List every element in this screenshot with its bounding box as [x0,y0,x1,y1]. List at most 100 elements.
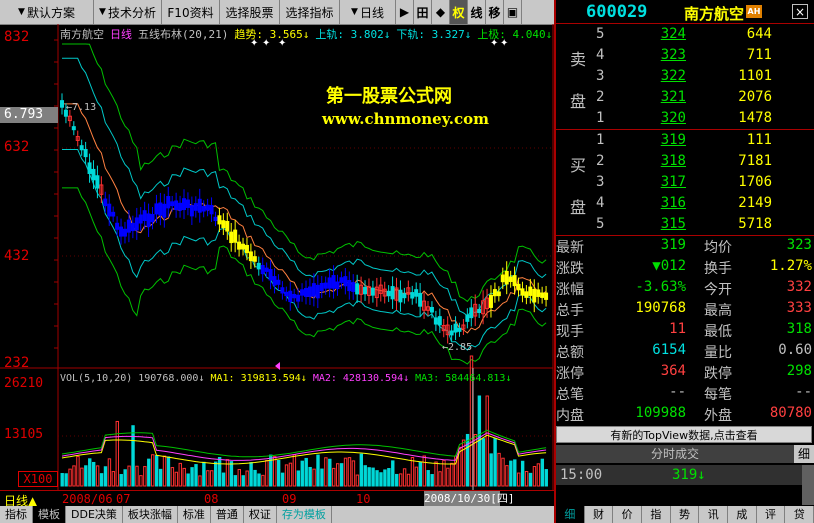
candle-body [185,199,190,208]
quote-panel: 5 324 644 4 323 711 3 322 1101 2 321 2076 1 320 1478 卖盘… [554,24,814,523]
move-button[interactable]: 移 [486,0,504,24]
bottom-tab-4[interactable]: 标准 [178,506,211,523]
stat-value: 1.27% [769,258,812,274]
right-tab-7[interactable]: 评 [757,506,786,523]
legend-entry: MA2: 428130.594↓ [312,373,410,384]
right-tab-0[interactable]: 细 [556,506,585,523]
volume-bar [147,458,151,487]
candle-body [170,201,175,207]
topview-notice-button[interactable]: 有新的TopView数据,点击查看 [556,426,812,443]
candle-body [60,100,64,108]
toolbar-menu-label: 选择股票 [225,5,274,20]
candle-body [87,162,92,174]
candle-body [122,228,127,237]
toolbar-menu-5[interactable]: ▼ 日线 [340,0,396,24]
stat-value: -- [669,384,686,400]
bottom-tab-7[interactable]: 存为模板 [277,506,332,523]
volume-bar [335,463,340,487]
toolbar-menu-label: 日线 [359,5,384,20]
volume-bar [520,460,525,487]
toolbar-menu-4[interactable]: 选择指标 [280,0,340,24]
volume-bar [497,452,501,487]
candle-body [477,308,482,313]
volume-bar [158,468,163,487]
candle-body [304,287,308,297]
bottom-tab-3[interactable]: 板块涨幅 [123,506,178,523]
candle-body [95,175,100,189]
volume-bar [84,465,88,487]
stat-value: 80780 [769,405,812,421]
volume-bar [540,458,545,487]
right-tab-2[interactable]: 价 [613,506,643,523]
toolbar-menu-1[interactable]: ▼ 技术分析 [94,0,162,24]
candle-body [284,291,289,297]
order-book-row[interactable]: 2 318 7181 [556,153,814,173]
order-book-row[interactable]: 2 321 2076 [556,89,814,109]
volume-bar [288,462,293,487]
right-tab-8[interactable]: 贷 [785,506,814,523]
time-sales-scrollbar[interactable] [802,465,814,505]
toolbar-menu-0[interactable]: ▼ 默认方案 [0,0,94,24]
order-book-row[interactable]: 1 320 1478 [556,110,814,130]
volume-bar [489,453,493,487]
volume-bar [103,466,108,487]
order-book-row[interactable]: 5 324 644 [556,26,814,46]
bottom-tab-5[interactable]: 普通 [211,506,244,523]
candle-body [197,198,202,213]
candle-body [221,220,226,229]
bottom-tab-2[interactable]: DDE决策 [66,506,123,523]
candle-body [150,214,155,223]
stat-value: ▼012 [652,258,686,274]
order-book-row[interactable]: 1 319 111 [556,132,814,152]
volume-bar [221,472,226,487]
book-side-label: 盘 [570,92,587,111]
candle-body [390,286,395,300]
divider [556,235,814,236]
volume-bar [257,473,261,487]
candle-body [276,279,281,285]
right-tab-4[interactable]: 势 [671,506,700,523]
bottom-tab-6[interactable]: 权证 [244,506,277,523]
chevron-down-icon: ▼ [99,7,106,17]
kline-chart[interactable]: ←7.13←2.85✦ ✦ ✦ ✦ ✦ [0,24,554,490]
candle-body [331,275,336,289]
stat-value: -3.63% [635,279,686,295]
candle-body [256,262,261,270]
bottom-tab-0[interactable]: 指标 [0,506,33,523]
toolbar-menu-3[interactable]: 选择股票 [220,0,280,24]
volume-bar [481,438,485,487]
rights-button[interactable]: 权 [450,0,468,24]
grid-button[interactable]: 田 [414,0,432,24]
candle-body [217,215,222,225]
right-tab-6[interactable]: 成 [728,506,757,523]
right-tab-5[interactable]: 讯 [699,506,729,523]
window-button[interactable]: ▣ [504,0,522,24]
volume-bar [517,472,521,487]
candle-body [205,204,210,211]
volume-bar [131,425,135,487]
order-book-row[interactable]: 5 315 5718 [556,216,814,236]
volume-bar [273,456,277,487]
volume-bar [217,456,222,487]
close-icon[interactable]: × [792,4,808,19]
chart-area[interactable]: ←7.13 ←2.85 ✦ ✦ ✦ ✦ ✦ 南方航空 日线 五线布林(20,21) 趋势: 3.5… [0,24,554,490]
order-book-row[interactable]: 4 316 2149 [556,195,814,215]
line-button[interactable]: 线 [468,0,486,24]
candle-body [520,288,525,296]
next-button[interactable]: ▶ [396,0,414,24]
trade-price: 319↓ [672,467,706,483]
order-book-row[interactable]: 4 323 711 [556,47,814,67]
bottom-tab-1[interactable]: 模板 [33,506,66,523]
order-book-row[interactable]: 3 317 1706 [556,174,814,194]
right-tab-3[interactable]: 指 [642,506,671,523]
right-tab-1[interactable]: 财 [585,506,614,523]
toolbar-menu-2[interactable]: F10资料 [162,0,220,24]
order-book-row[interactable]: 3 322 1101 [556,68,814,88]
diamond-button[interactable]: ◆ [432,0,450,24]
book-volume: 2149 [738,195,772,211]
stat-key: 总额 [556,345,584,361]
volume-bar [60,473,64,487]
candle-body [355,283,360,295]
time-sales-detail-button[interactable]: 细 [794,445,814,463]
candle-body [174,200,179,211]
